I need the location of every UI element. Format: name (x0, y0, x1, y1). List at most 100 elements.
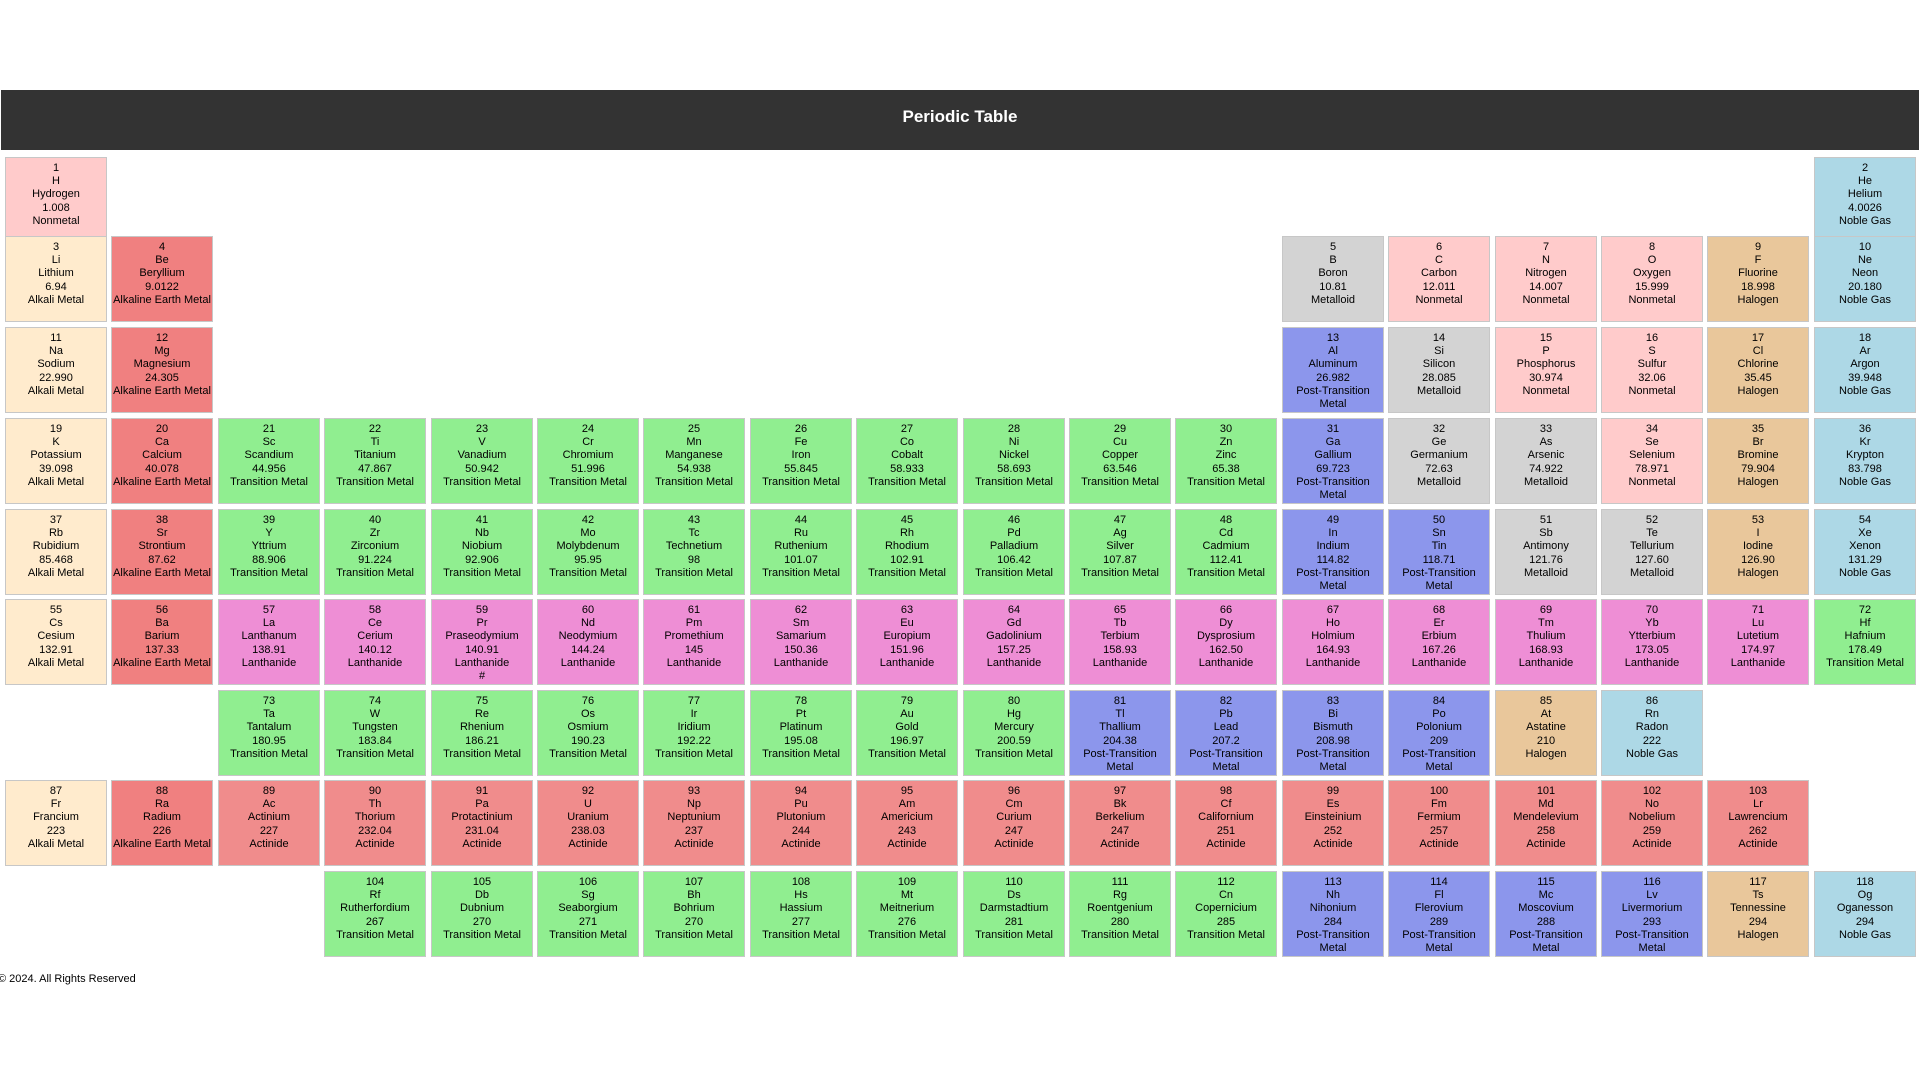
element-cell-fe[interactable]: 26 Fe Iron 55.845 Transition Metal (750, 418, 852, 504)
element-cell-s[interactable]: 16 S Sulfur 32.06 Nonmetal (1601, 327, 1703, 413)
element-cell-al[interactable]: 13 Al Aluminum 26.982 Post-Transition Metal (1282, 327, 1384, 413)
element-cell-mc[interactable]: 115 Mc Moscovium 288 Post-Transition Metal (1495, 871, 1597, 957)
element-cell-sc[interactable]: 21 Sc Scandium 44.956 Transition Metal (218, 418, 320, 504)
element-cell-er[interactable]: 68 Er Erbium 167.26 Lanthanide (1388, 599, 1490, 685)
element-cell-ca[interactable]: 20 Ca Calcium 40.078 Alkaline Earth Metal (111, 418, 213, 504)
element-cell-pr[interactable]: 59 Pr Praseodymium 140.91 Lanthanide # (431, 599, 533, 685)
element-cell-mt[interactable]: 109 Mt Meitnerium 276 Transition Metal (856, 871, 958, 957)
element-cell-na[interactable]: 11 Na Sodium 22.990 Alkali Metal (5, 327, 107, 413)
element-cell-mn[interactable]: 25 Mn Manganese 54.938 Transition Metal (643, 418, 745, 504)
element-cell-pt[interactable]: 78 Pt Platinum 195.08 Transition Metal (750, 690, 852, 776)
element-cell-og[interactable]: 118 Og Oganesson 294 Noble Gas (1814, 871, 1916, 957)
element-cell-bk[interactable]: 97 Bk Berkelium 247 Actinide (1069, 780, 1171, 866)
element-cell-b[interactable]: 5 B Boron 10.81 Metalloid (1282, 236, 1384, 322)
element-cell-pu[interactable]: 94 Pu Plutonium 244 Actinide (750, 780, 852, 866)
element-cell-am[interactable]: 95 Am Americium 243 Actinide (856, 780, 958, 866)
element-cell-lu[interactable]: 71 Lu Lutetium 174.97 Lanthanide (1707, 599, 1809, 685)
element-cell-hg[interactable]: 80 Hg Mercury 200.59 Transition Metal (963, 690, 1065, 776)
element-cell-th[interactable]: 90 Th Thorium 232.04 Actinide (324, 780, 426, 866)
element-cell-nd[interactable]: 60 Nd Neodymium 144.24 Lanthanide (537, 599, 639, 685)
element-cell-f[interactable]: 9 F Fluorine 18.998 Halogen (1707, 236, 1809, 322)
element-cell-cd[interactable]: 48 Cd Cadmium 112.41 Transition Metal (1175, 509, 1277, 595)
element-cell-k[interactable]: 19 K Potassium 39.098 Alkali Metal (5, 418, 107, 504)
element-cell-pb[interactable]: 82 Pb Lead 207.2 Post-Transition Metal (1175, 690, 1277, 776)
element-cell-xe[interactable]: 54 Xe Xenon 131.29 Noble Gas (1814, 509, 1916, 595)
element-cell-yb[interactable]: 70 Yb Ytterbium 173.05 Lanthanide (1601, 599, 1703, 685)
element-cell-c[interactable]: 6 C Carbon 12.011 Nonmetal (1388, 236, 1490, 322)
element-cell-y[interactable]: 39 Y Yttrium 88.906 Transition Metal (218, 509, 320, 595)
element-cell-co[interactable]: 27 Co Cobalt 58.933 Transition Metal (856, 418, 958, 504)
element-cell-nb[interactable]: 41 Nb Niobium 92.906 Transition Metal (431, 509, 533, 595)
element-cell-ni[interactable]: 28 Ni Nickel 58.693 Transition Metal (963, 418, 1065, 504)
element-cell-ag[interactable]: 47 Ag Silver 107.87 Transition Metal (1069, 509, 1171, 595)
element-cell-mg[interactable]: 12 Mg Magnesium 24.305 Alkaline Earth Metal (111, 327, 213, 413)
element-cell-br[interactable]: 35 Br Bromine 79.904 Halogen (1707, 418, 1809, 504)
element-cell-n[interactable]: 7 N Nitrogen 14.007 Nonmetal (1495, 236, 1597, 322)
element-cell-rf[interactable]: 104 Rf Rutherfordium 267 Transition Metal (324, 871, 426, 957)
element-cell-fl[interactable]: 114 Fl Flerovium 289 Post-Transition Metal (1388, 871, 1490, 957)
element-cell-sr[interactable]: 38 Sr Strontium 87.62 Alkaline Earth Metal (111, 509, 213, 595)
element-cell-nh[interactable]: 113 Nh Nihonium 284 Post-Transition Metal (1282, 871, 1384, 957)
element-cell-hs[interactable]: 108 Hs Hassium 277 Transition Metal (750, 871, 852, 957)
element-cell-po[interactable]: 84 Po Polonium 209 Post-Transition Metal (1388, 690, 1490, 776)
element-cell-lv[interactable]: 116 Lv Livermorium 293 Post-Transition Metal (1601, 871, 1703, 957)
element-cell-he[interactable]: 2 He Helium 4.0026 Noble Gas (1814, 157, 1916, 243)
element-cell-li[interactable]: 3 Li Lithium 6.94 Alkali Metal (5, 236, 107, 322)
element-cell-cu[interactable]: 29 Cu Copper 63.546 Transition Metal (1069, 418, 1171, 504)
element-cell-ra[interactable]: 88 Ra Radium 226 Alkaline Earth Metal (111, 780, 213, 866)
element-cell-si[interactable]: 14 Si Silicon 28.085 Metalloid (1388, 327, 1490, 413)
element-cell-fm[interactable]: 100 Fm Fermium 257 Actinide (1388, 780, 1490, 866)
element-cell-ce[interactable]: 58 Ce Cerium 140.12 Lanthanide (324, 599, 426, 685)
element-cell-ts[interactable]: 117 Ts Tennessine 294 Halogen (1707, 871, 1809, 957)
element-cell-hf[interactable]: 72 Hf Hafnium 178.49 Transition Metal (1814, 599, 1916, 685)
element-cell-se[interactable]: 34 Se Selenium 78.971 Nonmetal (1601, 418, 1703, 504)
element-cell-u[interactable]: 92 U Uranium 238.03 Actinide (537, 780, 639, 866)
element-cell-no[interactable]: 102 No Nobelium 259 Actinide (1601, 780, 1703, 866)
element-cell-ir[interactable]: 77 Ir Iridium 192.22 Transition Metal (643, 690, 745, 776)
element-cell-cl[interactable]: 17 Cl Chlorine 35.45 Halogen (1707, 327, 1809, 413)
element-cell-es[interactable]: 99 Es Einsteinium 252 Actinide (1282, 780, 1384, 866)
element-cell-ge[interactable]: 32 Ge Germanium 72.63 Metalloid (1388, 418, 1490, 504)
element-cell-i[interactable]: 53 I Iodine 126.90 Halogen (1707, 509, 1809, 595)
element-cell-rn[interactable]: 86 Rn Radon 222 Noble Gas (1601, 690, 1703, 776)
element-cell-np[interactable]: 93 Np Neptunium 237 Actinide (643, 780, 745, 866)
element-cell-ho[interactable]: 67 Ho Holmium 164.93 Lanthanide (1282, 599, 1384, 685)
element-cell-eu[interactable]: 63 Eu Europium 151.96 Lanthanide (856, 599, 958, 685)
element-cell-ba[interactable]: 56 Ba Barium 137.33 Alkaline Earth Metal (111, 599, 213, 685)
element-cell-tc[interactable]: 43 Tc Technetium 98 Transition Metal (643, 509, 745, 595)
element-cell-md[interactable]: 101 Md Mendelevium 258 Actinide (1495, 780, 1597, 866)
element-cell-zn[interactable]: 30 Zn Zinc 65.38 Transition Metal (1175, 418, 1277, 504)
element-cell-ga[interactable]: 31 Ga Gallium 69.723 Post-Transition Metal (1282, 418, 1384, 504)
element-cell-w[interactable]: 74 W Tungsten 183.84 Transition Metal (324, 690, 426, 776)
element-cell-as[interactable]: 33 As Arsenic 74.922 Metalloid (1495, 418, 1597, 504)
element-cell-sg[interactable]: 106 Sg Seaborgium 271 Transition Metal (537, 871, 639, 957)
element-cell-ar[interactable]: 18 Ar Argon 39.948 Noble Gas (1814, 327, 1916, 413)
element-cell-v[interactable]: 23 V Vanadium 50.942 Transition Metal (431, 418, 533, 504)
element-cell-cr[interactable]: 24 Cr Chromium 51.996 Transition Metal (537, 418, 639, 504)
element-cell-bh[interactable]: 107 Bh Bohrium 270 Transition Metal (643, 871, 745, 957)
element-cell-cs[interactable]: 55 Cs Cesium 132.91 Alkali Metal (5, 599, 107, 685)
element-cell-fr[interactable]: 87 Fr Francium 223 Alkali Metal (5, 780, 107, 866)
element-cell-p[interactable]: 15 P Phosphorus 30.974 Nonmetal (1495, 327, 1597, 413)
element-cell-gd[interactable]: 64 Gd Gadolinium 157.25 Lanthanide (963, 599, 1065, 685)
element-cell-rh[interactable]: 45 Rh Rhodium 102.91 Transition Metal (856, 509, 958, 595)
element-cell-tl[interactable]: 81 Tl Thallium 204.38 Post-Transition Metal (1069, 690, 1171, 776)
element-cell-cn[interactable]: 112 Cn Copernicium 285 Transition Metal (1175, 871, 1277, 957)
element-cell-os[interactable]: 76 Os Osmium 190.23 Transition Metal (537, 690, 639, 776)
element-cell-tm[interactable]: 69 Tm Thulium 168.93 Lanthanide (1495, 599, 1597, 685)
element-cell-re[interactable]: 75 Re Rhenium 186.21 Transition Metal (431, 690, 533, 776)
element-cell-h[interactable]: 1 H Hydrogen 1.008 Nonmetal (5, 157, 107, 243)
element-cell-zr[interactable]: 40 Zr Zirconium 91.224 Transition Metal (324, 509, 426, 595)
element-cell-dy[interactable]: 66 Dy Dysprosium 162.50 Lanthanide (1175, 599, 1277, 685)
element-cell-pm[interactable]: 61 Pm Promethium 145 Lanthanide (643, 599, 745, 685)
element-cell-pd[interactable]: 46 Pd Palladium 106.42 Transition Metal (963, 509, 1065, 595)
element-cell-kr[interactable]: 36 Kr Krypton 83.798 Noble Gas (1814, 418, 1916, 504)
element-cell-lr[interactable]: 103 Lr Lawrencium 262 Actinide (1707, 780, 1809, 866)
element-cell-ds[interactable]: 110 Ds Darmstadtium 281 Transition Metal (963, 871, 1065, 957)
element-cell-au[interactable]: 79 Au Gold 196.97 Transition Metal (856, 690, 958, 776)
element-cell-ne[interactable]: 10 Ne Neon 20.180 Noble Gas (1814, 236, 1916, 322)
element-cell-be[interactable]: 4 Be Beryllium 9.0122 Alkaline Earth Metal (111, 236, 213, 322)
element-cell-cm[interactable]: 96 Cm Curium 247 Actinide (963, 780, 1065, 866)
element-cell-te[interactable]: 52 Te Tellurium 127.60 Metalloid (1601, 509, 1703, 595)
element-cell-cf[interactable]: 98 Cf Californium 251 Actinide (1175, 780, 1277, 866)
